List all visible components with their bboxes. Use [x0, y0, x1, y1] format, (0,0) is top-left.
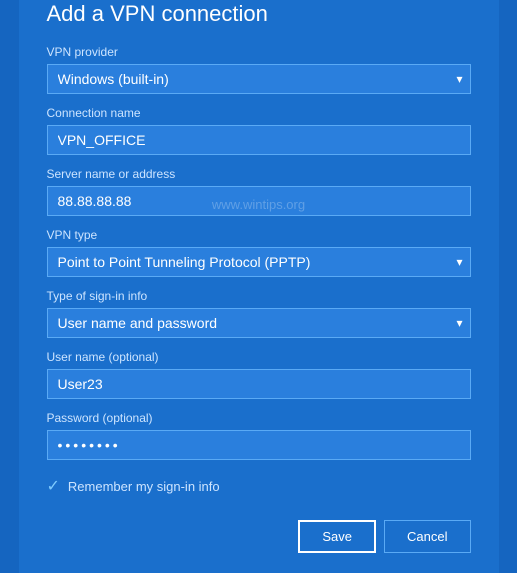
username-label: User name (optional) — [47, 350, 471, 364]
vpn-provider-label: VPN provider — [47, 45, 471, 59]
signin-info-select-wrapper: User name and password ▾ — [47, 308, 471, 338]
remember-signin-label: Remember my sign-in info — [68, 479, 220, 494]
server-input[interactable] — [47, 186, 471, 216]
signin-info-label: Type of sign-in info — [47, 289, 471, 303]
vpn-provider-select[interactable]: Windows (built-in) — [47, 64, 471, 94]
connection-name-input[interactable] — [47, 125, 471, 155]
remember-signin-checkbox[interactable]: ✓ Remember my sign-in info — [47, 476, 220, 496]
server-label: Server name or address — [47, 167, 471, 181]
remember-signin-row: ✓ Remember my sign-in info — [47, 476, 471, 496]
button-row: Save Cancel — [47, 520, 471, 553]
checkbox-checked-icon: ✓ — [47, 476, 60, 496]
connection-name-label: Connection name — [47, 106, 471, 120]
vpn-provider-select-wrapper: Windows (built-in) ▾ — [47, 64, 471, 94]
password-input[interactable] — [47, 430, 471, 460]
signin-info-select[interactable]: User name and password — [47, 308, 471, 338]
password-label: Password (optional) — [47, 411, 471, 425]
vpn-dialog: Add a VPN connection www.wintips.org VPN… — [19, 0, 499, 573]
vpn-type-label: VPN type — [47, 228, 471, 242]
dialog-title: Add a VPN connection — [47, 1, 471, 27]
vpn-type-select[interactable]: Point to Point Tunneling Protocol (PPTP) — [47, 247, 471, 277]
save-button[interactable]: Save — [298, 520, 376, 553]
vpn-type-select-wrapper: Point to Point Tunneling Protocol (PPTP)… — [47, 247, 471, 277]
username-input[interactable] — [47, 369, 471, 399]
cancel-button[interactable]: Cancel — [384, 520, 470, 553]
